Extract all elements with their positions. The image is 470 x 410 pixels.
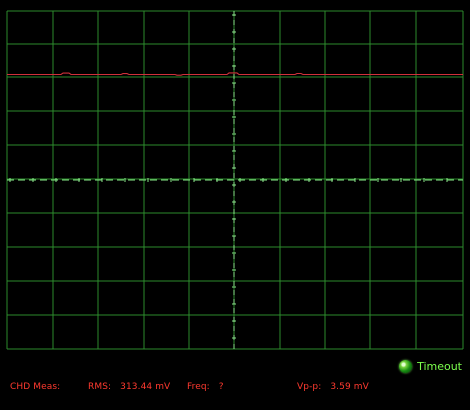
vpp-measurement: Vp-p: 3.59 mV bbox=[297, 383, 369, 392]
timeout-label: Timeout bbox=[417, 360, 462, 373]
scope-screen bbox=[0, 0, 470, 352]
status-area: Timeout CHD Meas: RMS: 313.44 mV Freq: ?… bbox=[0, 352, 470, 410]
rms-label: RMS: bbox=[88, 382, 112, 392]
vpp-label: Vp-p: bbox=[297, 382, 322, 392]
frequency-label: Freq: bbox=[187, 382, 210, 392]
timeout-led-icon bbox=[399, 360, 413, 373]
frequency-measurement: Freq: ? bbox=[187, 383, 224, 392]
rms-measurement: RMS: 313.44 mV bbox=[88, 383, 170, 392]
vpp-value: 3.59 mV bbox=[330, 382, 369, 392]
rms-value: 313.44 mV bbox=[120, 382, 171, 392]
frequency-value: ? bbox=[218, 382, 224, 392]
measurement-channel-title: CHD Meas: bbox=[10, 382, 61, 392]
screen-background bbox=[0, 0, 470, 352]
oscilloscope-panel: Timeout CHD Meas: RMS: 313.44 mV Freq: ?… bbox=[0, 0, 470, 410]
timeout-indicator: Timeout bbox=[399, 360, 462, 373]
